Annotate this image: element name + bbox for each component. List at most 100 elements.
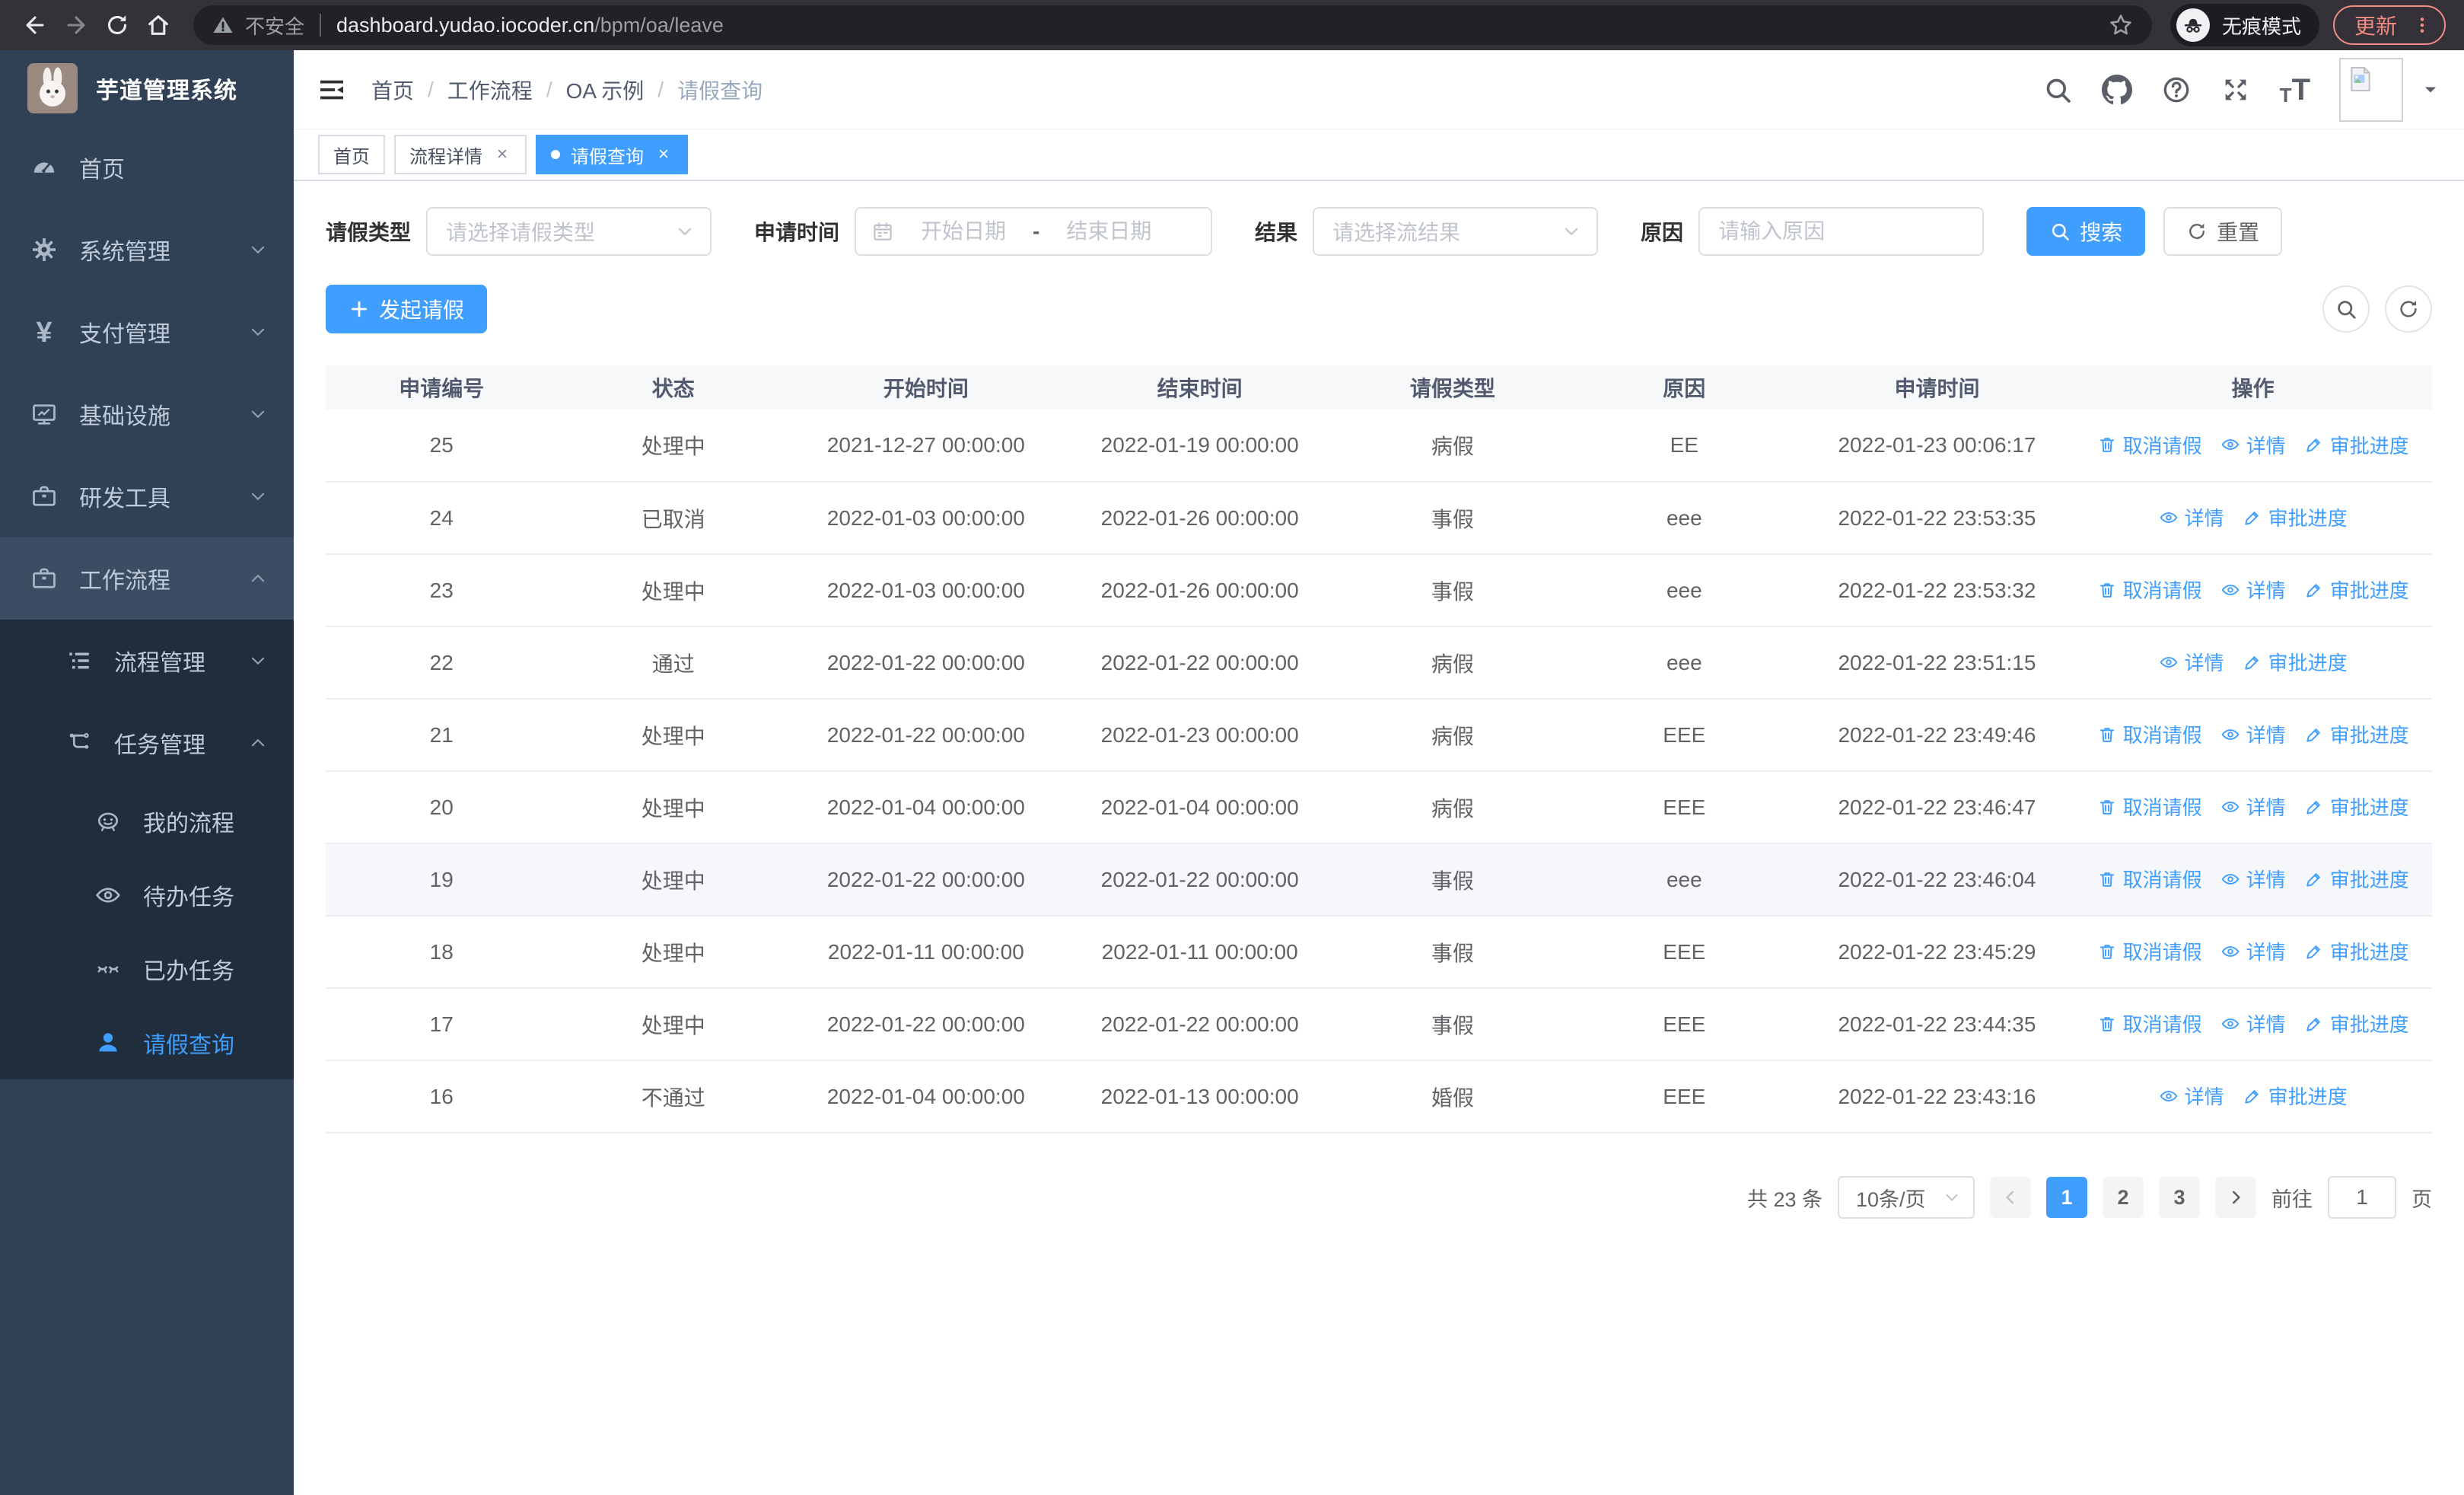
goto-page-input[interactable] bbox=[2328, 1176, 2396, 1219]
detail-link[interactable]: 详情 bbox=[2220, 431, 2286, 459]
progress-link[interactable]: 审批进度 bbox=[2304, 1009, 2409, 1038]
close-icon[interactable]: × bbox=[654, 144, 673, 165]
apply-time-range-picker[interactable]: - bbox=[855, 207, 1213, 256]
browser-update-button[interactable]: 更新 bbox=[2332, 5, 2446, 45]
create-leave-button[interactable]: 发起请假 bbox=[326, 285, 488, 333]
breadcrumb-current: 请假查询 bbox=[677, 78, 763, 103]
detail-link[interactable]: 详情 bbox=[2159, 503, 2224, 531]
detail-link[interactable]: 详情 bbox=[2159, 648, 2224, 676]
prev-page-button[interactable] bbox=[1990, 1177, 2031, 1218]
caret-down-icon[interactable] bbox=[2421, 81, 2440, 99]
leave-type-select[interactable]: 请选择请假类型 bbox=[426, 207, 712, 256]
github-icon[interactable] bbox=[2102, 75, 2132, 105]
eye-icon bbox=[2220, 797, 2240, 817]
bookmark-star-icon[interactable] bbox=[2108, 12, 2134, 38]
close-icon[interactable]: × bbox=[493, 144, 511, 165]
cancel-leave-link[interactable]: 取消请假 bbox=[2097, 865, 2202, 893]
tag-leave-query[interactable]: 请假查询 × bbox=[536, 135, 688, 174]
browser-menu-icon[interactable] bbox=[2412, 13, 2432, 37]
cancel-leave-link[interactable]: 取消请假 bbox=[2097, 575, 2202, 604]
pen-icon bbox=[2304, 942, 2324, 961]
table-row: 22 通过 2022-01-22 00:00:00 2022-01-22 00:00… bbox=[326, 626, 2432, 700]
detail-link[interactable]: 详情 bbox=[2220, 792, 2286, 821]
sidebar-item-infra[interactable]: 基础设施 bbox=[0, 373, 294, 455]
tags-view-bar: 首页 流程详情 × 请假查询 × bbox=[294, 129, 2464, 181]
breadcrumb-workflow[interactable]: 工作流程 bbox=[447, 75, 533, 105]
page-button-3[interactable]: 3 bbox=[2159, 1177, 2200, 1218]
detail-link[interactable]: 详情 bbox=[2220, 865, 2286, 893]
leave-table: 申请编号 状态 开始时间 结束时间 请假类型 原因 申请时间 操作 25 处理中 … bbox=[326, 365, 2432, 1133]
sidebar-item-done-tasks[interactable]: 已办任务 bbox=[0, 932, 294, 1006]
page-size-select[interactable]: 10条/页 bbox=[1838, 1176, 1975, 1219]
sidebar-item-home[interactable]: 首页 bbox=[0, 126, 294, 209]
url-text: dashboard.yudao.iocoder.cn/bpm/oa/leave bbox=[336, 13, 724, 37]
progress-link[interactable]: 审批进度 bbox=[2243, 1082, 2348, 1110]
refresh-table-button[interactable] bbox=[2385, 285, 2432, 333]
reason-input[interactable] bbox=[1718, 219, 1965, 244]
cancel-leave-link[interactable]: 取消请假 bbox=[2097, 792, 2202, 821]
browser-reload-icon[interactable] bbox=[100, 8, 134, 42]
avatar[interactable] bbox=[2339, 57, 2403, 122]
sidebar-item-system[interactable]: 系统管理 bbox=[0, 209, 294, 291]
chevron-down-icon bbox=[248, 651, 268, 671]
progress-link[interactable]: 审批进度 bbox=[2243, 503, 2348, 531]
detail-link[interactable]: 详情 bbox=[2220, 937, 2286, 965]
cancel-leave-link[interactable]: 取消请假 bbox=[2097, 720, 2202, 748]
progress-link[interactable]: 审批进度 bbox=[2304, 937, 2409, 965]
result-select[interactable]: 请选择流结果 bbox=[1313, 207, 1599, 256]
reason-field[interactable] bbox=[1698, 207, 1985, 256]
trash-icon bbox=[2097, 797, 2117, 817]
page-button-2[interactable]: 2 bbox=[2103, 1177, 2144, 1218]
fullscreen-icon[interactable] bbox=[2220, 75, 2251, 105]
col-apply-id: 申请编号 bbox=[326, 365, 558, 410]
sidebar-item-workflow[interactable]: 工作流程 bbox=[0, 537, 294, 620]
page-button-1[interactable]: 1 bbox=[2046, 1177, 2087, 1218]
person-icon bbox=[94, 1029, 122, 1057]
font-size-icon[interactable]: TT bbox=[2280, 75, 2310, 105]
toggle-search-button[interactable] bbox=[2322, 285, 2370, 333]
progress-link[interactable]: 审批进度 bbox=[2304, 865, 2409, 893]
cancel-leave-link[interactable]: 取消请假 bbox=[2097, 937, 2202, 965]
plus-icon bbox=[349, 298, 370, 320]
reset-button[interactable]: 重置 bbox=[2163, 207, 2283, 256]
cancel-leave-link[interactable]: 取消请假 bbox=[2097, 431, 2202, 459]
end-date-input[interactable] bbox=[1052, 219, 1167, 244]
progress-link[interactable]: 审批进度 bbox=[2243, 648, 2348, 676]
chevron-up-icon bbox=[248, 569, 268, 588]
sidebar-item-devtools[interactable]: 研发工具 bbox=[0, 455, 294, 537]
start-date-input[interactable] bbox=[906, 219, 1021, 244]
detail-link[interactable]: 详情 bbox=[2159, 1082, 2224, 1110]
progress-link[interactable]: 审批进度 bbox=[2304, 720, 2409, 748]
detail-link[interactable]: 详情 bbox=[2220, 575, 2286, 604]
progress-link[interactable]: 审批进度 bbox=[2304, 792, 2409, 821]
detail-link[interactable]: 详情 bbox=[2220, 720, 2286, 748]
top-navbar: 首页 / 工作流程 / OA 示例 / 请假查询 TT bbox=[294, 50, 2464, 129]
breadcrumb-home[interactable]: 首页 bbox=[371, 75, 414, 105]
next-page-button[interactable] bbox=[2215, 1177, 2256, 1218]
browser-forward-icon[interactable] bbox=[59, 8, 93, 42]
question-icon[interactable] bbox=[2161, 75, 2192, 105]
browser-back-icon[interactable] bbox=[18, 8, 52, 42]
sidebar-fold-icon[interactable] bbox=[317, 75, 347, 105]
url-bar[interactable]: 不安全 dashboard.yudao.iocoder.cn/bpm/oa/le… bbox=[193, 5, 2152, 45]
browser-home-icon[interactable] bbox=[142, 8, 175, 42]
sidebar-item-my-process[interactable]: 我的流程 bbox=[0, 784, 294, 858]
sidebar-item-task-mgmt[interactable]: 任务管理 bbox=[0, 702, 294, 784]
progress-link[interactable]: 审批进度 bbox=[2304, 431, 2409, 459]
chevron-down-icon bbox=[1561, 222, 1581, 241]
search-icon[interactable] bbox=[2042, 75, 2073, 105]
table-row: 20 处理中 2022-01-04 00:00:00 2022-01-04 00:0… bbox=[326, 771, 2432, 844]
tag-process-detail[interactable]: 流程详情 × bbox=[394, 135, 527, 174]
detail-link[interactable]: 详情 bbox=[2220, 1009, 2286, 1038]
sidebar-item-payment[interactable]: ¥ 支付管理 bbox=[0, 291, 294, 373]
sidebar-item-process-mgmt[interactable]: 流程管理 bbox=[0, 620, 294, 702]
progress-link[interactable]: 审批进度 bbox=[2304, 575, 2409, 604]
incognito-icon bbox=[2176, 8, 2210, 42]
cancel-leave-link[interactable]: 取消请假 bbox=[2097, 1009, 2202, 1038]
search-button[interactable]: 搜索 bbox=[2026, 207, 2146, 256]
tag-home[interactable]: 首页 bbox=[318, 135, 385, 174]
breadcrumb-oa-demo[interactable]: OA 示例 bbox=[566, 75, 645, 105]
sidebar-item-leave-query[interactable]: 请假查询 bbox=[0, 1006, 294, 1079]
sidebar-item-todo-tasks[interactable]: 待办任务 bbox=[0, 858, 294, 932]
security-warning-icon[interactable] bbox=[212, 14, 234, 37]
